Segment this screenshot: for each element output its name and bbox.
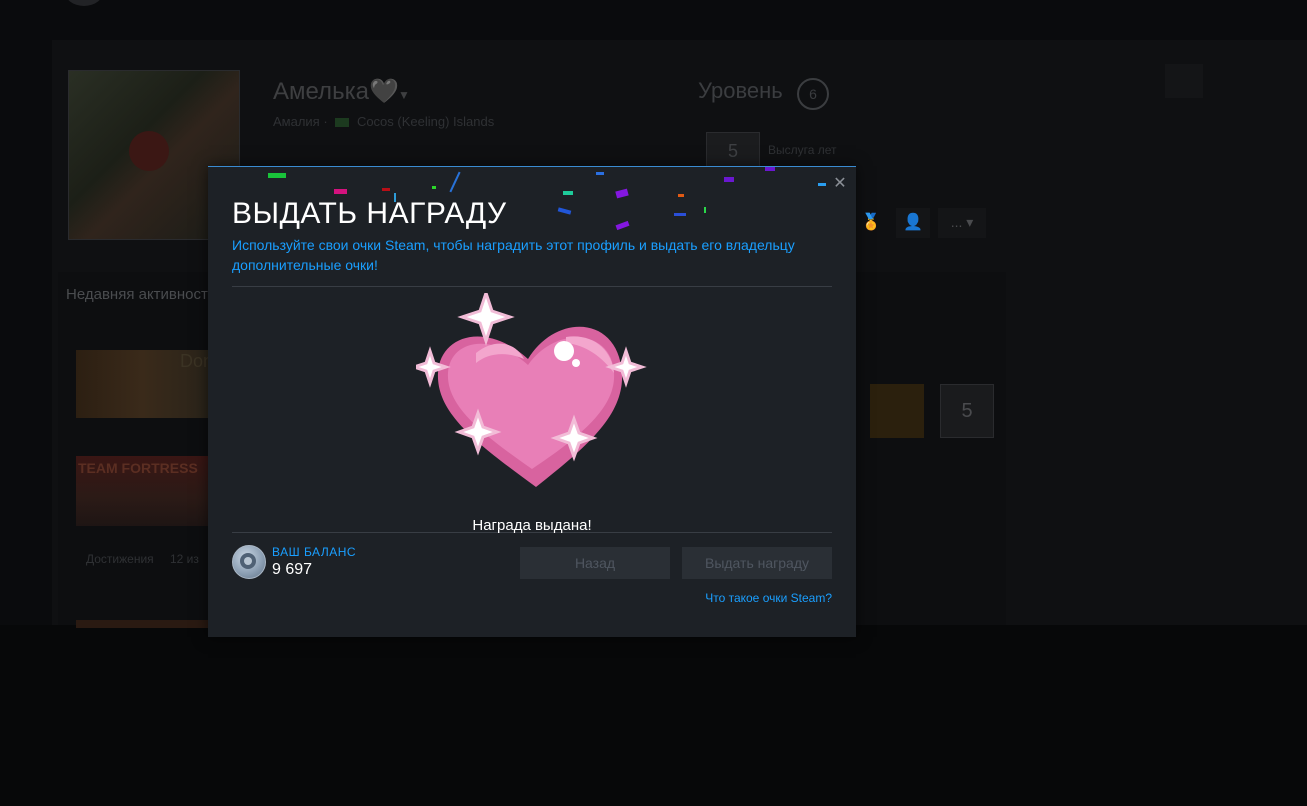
achievements-count: 12 из	[170, 552, 199, 566]
confetti-piece	[674, 213, 686, 216]
confetti-piece	[432, 186, 436, 189]
confetti-piece	[557, 207, 572, 215]
confetti-piece	[704, 207, 706, 213]
heart-award-icon	[409, 288, 648, 493]
modal-divider-top	[232, 286, 832, 287]
add-friend-icon[interactable]: 👤	[896, 208, 930, 238]
profile-location: Cocos (Keeling) Islands	[356, 114, 495, 129]
confetti-piece	[765, 167, 775, 171]
level-label: Уровень	[698, 78, 783, 103]
give-award-button[interactable]: Выдать награду	[682, 547, 832, 579]
back-button[interactable]: Назад	[520, 547, 670, 579]
game-capsule-third[interactable]	[76, 620, 208, 628]
award-status-message: Награда выдана!	[472, 517, 592, 534]
recent-activity-title: Недавняя активность	[66, 286, 216, 303]
confetti-piece	[615, 220, 630, 231]
avatar-figure	[129, 131, 169, 171]
game2-title: TEAM FORTRESS	[78, 460, 198, 476]
award-medal-icon[interactable]: 🏅	[858, 212, 884, 234]
balance-value: 9 697	[272, 561, 313, 578]
what-are-steam-points-link[interactable]: Что такое очки Steam?	[705, 591, 832, 605]
profile-real-name: Амалия	[273, 114, 320, 129]
steam-points-coin-icon	[232, 545, 266, 579]
confetti-piece	[449, 171, 461, 193]
confetti-piece	[268, 173, 286, 178]
profile-display-name: Амелька🖤	[273, 78, 399, 105]
award-modal: ✕ ВЫДАТЬ НАГРАДУ Используйте свои очки S…	[208, 166, 856, 637]
confetti-piece	[334, 189, 347, 194]
years-of-service-label: Выслуга лет	[768, 143, 837, 157]
confetti-piece	[724, 177, 734, 182]
confetti-piece	[678, 194, 684, 197]
years-badge-small[interactable]: 5	[940, 384, 994, 438]
confetti-piece	[563, 191, 573, 195]
years-of-service-badge: 5	[706, 132, 760, 170]
confetti-piece	[818, 183, 826, 186]
achievements-label: Достижения	[86, 552, 154, 566]
confetti-piece	[615, 188, 629, 199]
profile-real-name-location: Амалия · Cocos (Keeling) Islands	[273, 114, 495, 129]
more-options-button[interactable]: ... ▾	[938, 208, 986, 238]
steam-badge-icon[interactable]	[870, 384, 924, 438]
close-icon[interactable]: ✕	[832, 176, 848, 192]
balance-label: ВАШ БАЛАНС	[272, 545, 357, 559]
top-avatar-circle	[64, 0, 104, 6]
name-dropdown-icon[interactable]: ▼	[398, 88, 410, 102]
confetti-piece	[596, 172, 604, 175]
modal-title: ВЫДАТЬ НАГРАДУ	[232, 197, 507, 230]
confetti-piece	[382, 188, 390, 191]
profile-corner-block	[1165, 64, 1203, 98]
level-badge: 6	[797, 78, 829, 110]
flag-icon	[335, 118, 350, 128]
modal-description: Используйте свои очки Steam, чтобы награ…	[232, 237, 795, 273]
